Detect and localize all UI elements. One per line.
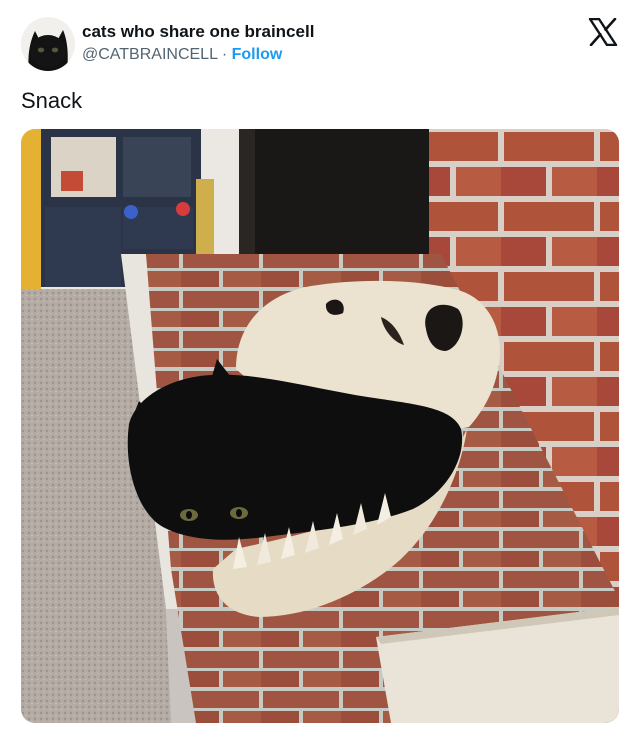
author-meta: @CATBRAINCELL · Follow bbox=[82, 46, 282, 64]
author-handle[interactable]: @CATBRAINCELL bbox=[82, 46, 217, 63]
tweet-card: cats who share one braincell @CATBRAINCE… bbox=[0, 0, 640, 731]
follow-button[interactable]: Follow bbox=[232, 46, 283, 63]
avatar[interactable] bbox=[21, 17, 75, 71]
author-display-name[interactable]: cats who share one braincell bbox=[82, 22, 314, 42]
meta-separator: · bbox=[221, 46, 228, 63]
tweet-photo[interactable] bbox=[21, 129, 619, 723]
tweet-text: Snack bbox=[21, 88, 83, 113]
x-logo-icon[interactable] bbox=[588, 18, 618, 46]
